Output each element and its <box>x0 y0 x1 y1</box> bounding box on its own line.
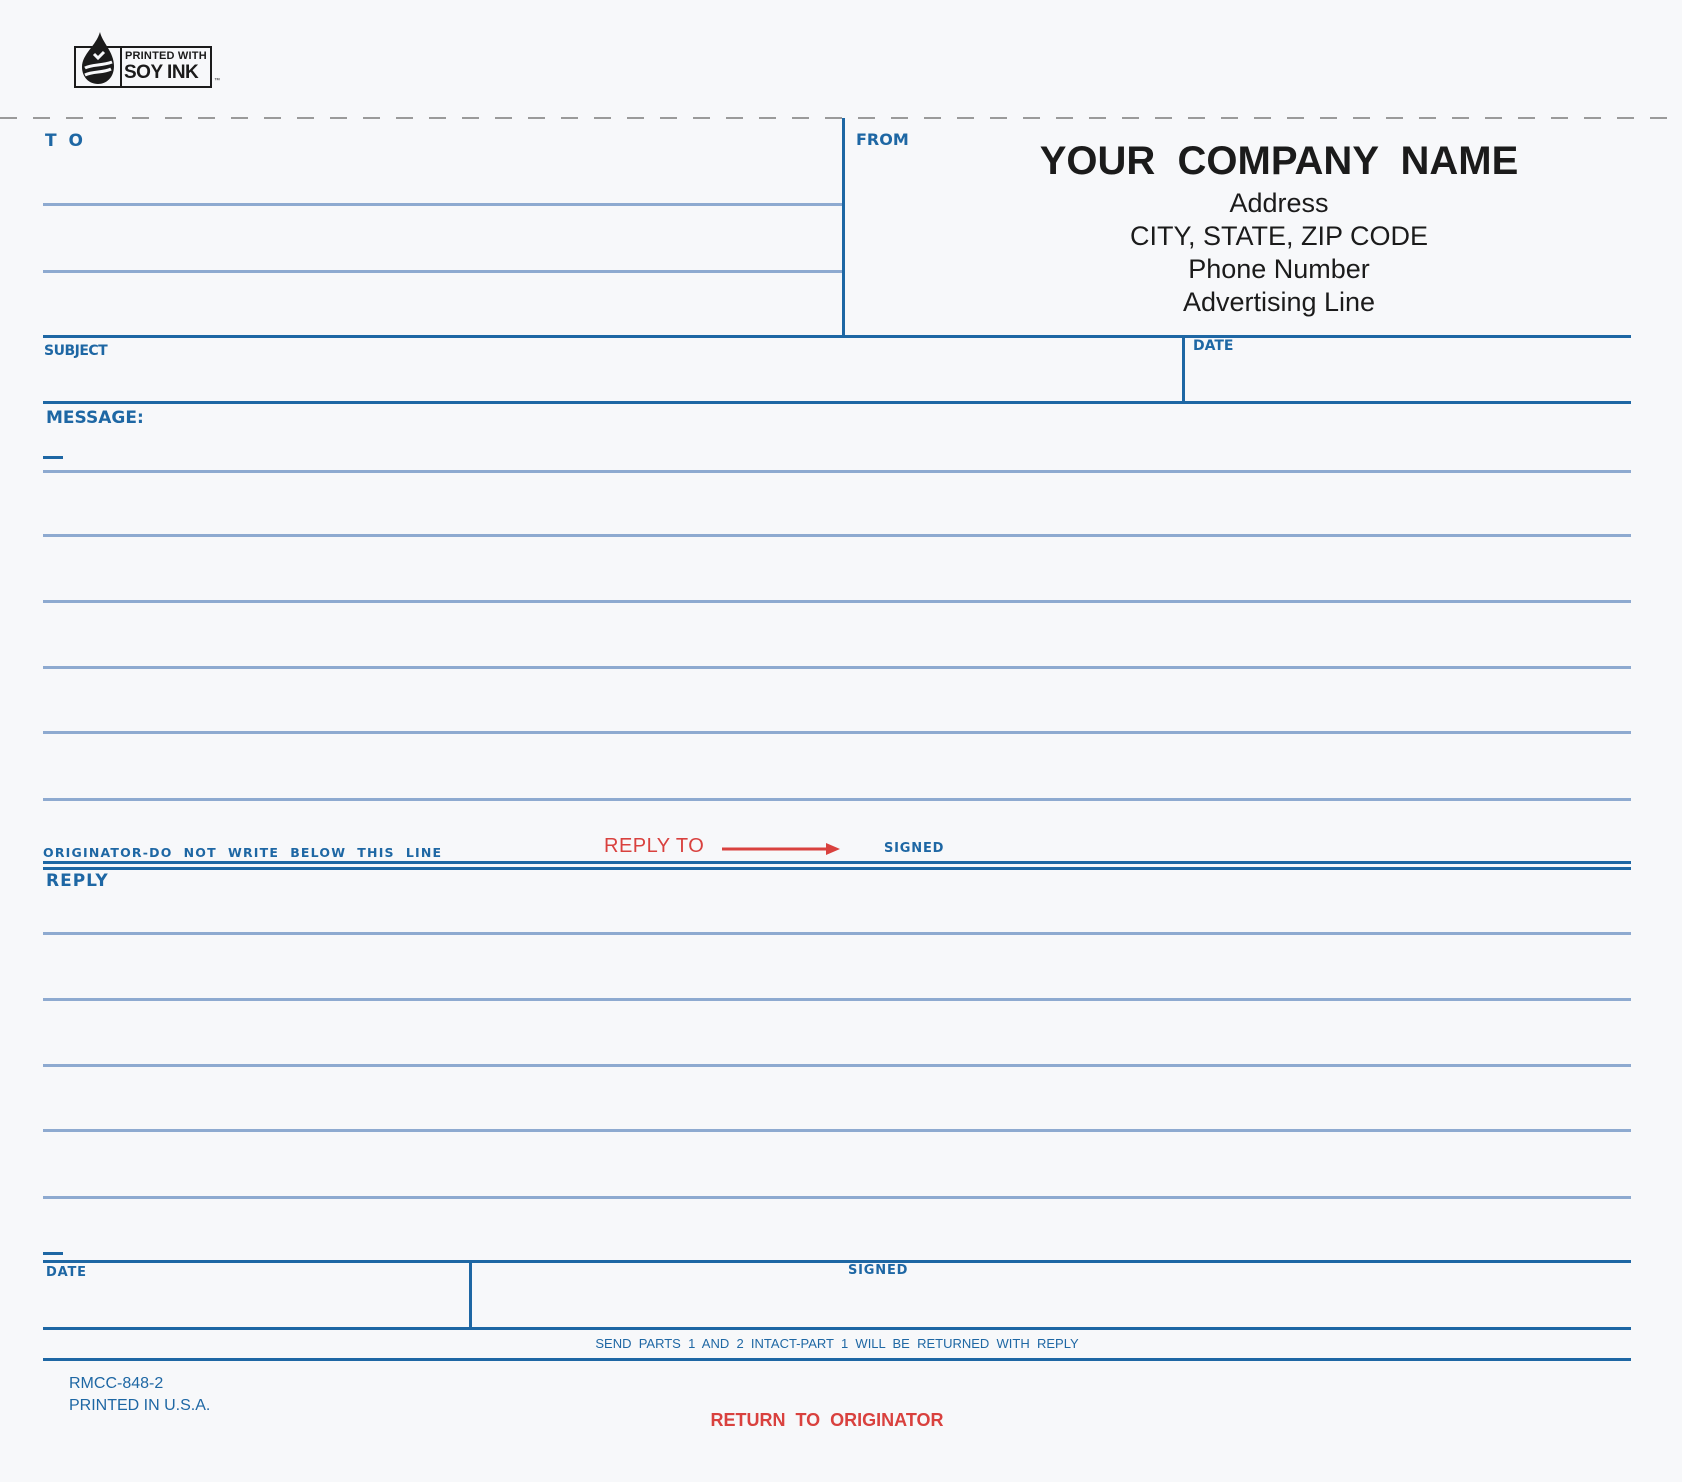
footer-middle-rule <box>43 1327 1631 1330</box>
footer-date-field[interactable] <box>43 1282 467 1326</box>
reply-line[interactable] <box>43 1064 1631 1067</box>
to-label: T O <box>45 131 86 151</box>
perforation-line <box>0 117 1682 119</box>
reply-line[interactable] <box>43 998 1631 1001</box>
originator-signature-field[interactable] <box>950 830 1630 860</box>
originator-signed-label: SIGNED <box>884 841 945 856</box>
to-line-1[interactable] <box>43 203 843 206</box>
footer-bottom-rule <box>43 1358 1631 1361</box>
message-line[interactable] <box>43 534 1631 537</box>
footer-signed-label: SIGNED <box>848 1263 909 1278</box>
message-start-mark <box>43 456 63 459</box>
trademark: ™ <box>214 78 220 84</box>
subject-top-rule <box>43 335 1631 338</box>
footer-top-rule <box>43 1260 1631 1263</box>
instructions-note: SEND PARTS 1 AND 2 INTACT-PART 1 WILL BE… <box>595 1336 1079 1351</box>
message-line[interactable] <box>43 666 1631 669</box>
company-city-state-zip: CITY, STATE, ZIP CODE <box>1129 221 1429 251</box>
form-number: RMCC-848-2 <box>69 1375 164 1392</box>
message-line[interactable] <box>43 600 1631 603</box>
reply-rule-upper <box>43 861 1631 864</box>
company-address: Address <box>1229 188 1329 218</box>
footer-date-label: DATE <box>46 1265 87 1280</box>
to-line-2[interactable] <box>43 270 843 273</box>
reply-to-label: REPLY TO <box>604 835 705 857</box>
message-line[interactable] <box>43 798 1631 801</box>
reply-label: REPLY <box>46 871 109 891</box>
subject-field[interactable] <box>43 345 1180 400</box>
footer-date-divider <box>469 1260 472 1328</box>
company-phone: Phone Number <box>1188 254 1370 284</box>
soy-ink-logo: PRINTED WITH SOY INK ™ <box>74 32 220 88</box>
reply-line[interactable] <box>43 1196 1631 1199</box>
reply-line[interactable] <box>43 932 1631 935</box>
date-field[interactable] <box>1187 352 1631 400</box>
footer-signature-field[interactable] <box>474 1282 1631 1326</box>
arrow-right-icon <box>722 843 840 855</box>
logo-line2: SOY INK <box>124 62 199 83</box>
reply-line[interactable] <box>43 1129 1631 1132</box>
to-from-divider <box>842 118 845 337</box>
message-top-rule <box>43 401 1631 404</box>
message-line[interactable] <box>43 731 1631 734</box>
message-line[interactable] <box>43 470 1631 473</box>
reply-rule-lower <box>43 867 1631 870</box>
originator-note: ORIGINATOR-DO NOT WRITE BELOW THIS LINE <box>43 845 443 860</box>
message-label: MESSAGE: <box>46 408 144 428</box>
return-to-originator: RETURN TO ORIGINATOR <box>710 1410 944 1430</box>
company-name: YOUR COMPANY NAME <box>1039 139 1519 183</box>
reply-end-mark <box>43 1252 63 1255</box>
subject-date-divider <box>1182 335 1185 404</box>
company-advertising-line: Advertising Line <box>1182 287 1376 317</box>
from-label: FROM <box>856 130 909 149</box>
soy-ink-drop-icon <box>82 32 114 84</box>
logo-line1: PRINTED WITH <box>125 50 207 62</box>
